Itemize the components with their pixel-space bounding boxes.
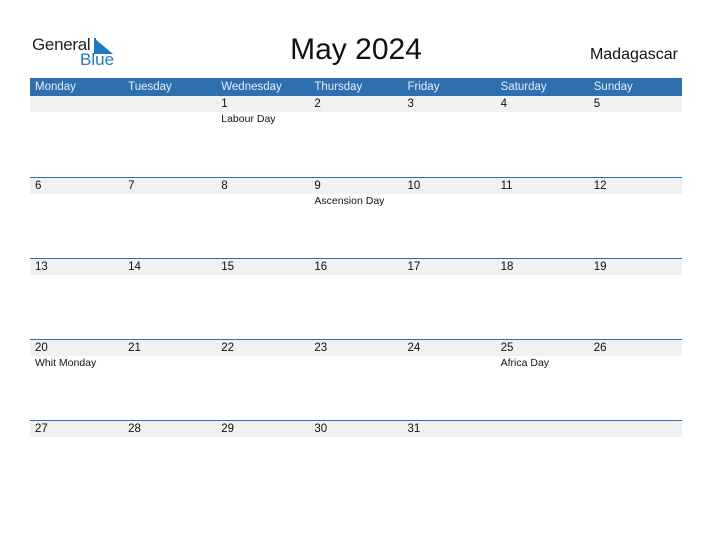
day-number: 31	[402, 421, 496, 437]
weekday-wednesday: Wednesday	[221, 81, 282, 93]
day-cell: 3	[402, 96, 496, 177]
day-number: 8	[216, 178, 310, 194]
weeks-container: 1 Labour Day 2 3 4 5 6 7 8 9 Ascension Day 10 11 12 13…	[30, 96, 682, 501]
weekday-monday: Monday	[35, 81, 76, 93]
day-cell: 27	[30, 421, 124, 501]
day-cell	[123, 96, 217, 177]
day-cell: 14	[123, 259, 217, 339]
day-cell: 22	[216, 340, 310, 420]
week-row: 20 Whit Monday 21 22 23 24 25 Africa Day 26	[30, 339, 682, 420]
day-cell: 1 Labour Day	[216, 96, 310, 177]
day-number	[588, 421, 682, 437]
day-number: 3	[402, 96, 496, 112]
day-number: 16	[309, 259, 403, 275]
day-number: 25	[495, 340, 589, 356]
day-number: 26	[588, 340, 682, 356]
holiday-label: Africa Day	[500, 357, 550, 369]
day-cell: 17	[402, 259, 496, 339]
week-row: 1 Labour Day 2 3 4 5	[30, 96, 682, 177]
day-cell: 2	[309, 96, 403, 177]
week-days: 27 28 29 30 31	[30, 421, 682, 501]
day-number: 12	[588, 178, 682, 194]
day-cell: 12	[588, 178, 682, 258]
week-days: 20 Whit Monday 21 22 23 24 25 Africa Day 26	[30, 340, 682, 420]
day-cell: 31	[402, 421, 496, 501]
day-cell: 10	[402, 178, 496, 258]
day-cell: 30	[309, 421, 403, 501]
day-cell	[30, 96, 124, 177]
weekday-header: Monday Tuesday Wednesday Thursday Friday…	[30, 78, 682, 96]
day-number: 22	[216, 340, 310, 356]
day-cell: 7	[123, 178, 217, 258]
day-cell: 23	[309, 340, 403, 420]
day-number: 2	[309, 96, 403, 112]
weekday-tuesday: Tuesday	[128, 81, 172, 93]
day-number: 10	[402, 178, 496, 194]
day-cell: 26	[588, 340, 682, 420]
weekday-friday: Friday	[407, 81, 440, 93]
day-number: 5	[588, 96, 682, 112]
weekday-thursday: Thursday	[314, 81, 363, 93]
week-row: 6 7 8 9 Ascension Day 10 11 12	[30, 177, 682, 258]
day-number: 18	[495, 259, 589, 275]
day-number	[30, 96, 124, 112]
country-label: Madagascar	[589, 46, 678, 63]
week-row: 13 14 15 16 17 18 19	[30, 258, 682, 339]
day-number: 1	[216, 96, 310, 112]
day-cell: 18	[495, 259, 589, 339]
day-number: 21	[123, 340, 217, 356]
day-number: 29	[216, 421, 310, 437]
day-cell: 11	[495, 178, 589, 258]
week-days: 1 Labour Day 2 3 4 5	[30, 96, 682, 177]
day-number: 6	[30, 178, 124, 194]
day-cell: 6	[30, 178, 124, 258]
day-cell: 19	[588, 259, 682, 339]
day-cell	[588, 421, 682, 501]
day-cell	[495, 421, 589, 501]
day-cell: 13	[30, 259, 124, 339]
day-cell: 20 Whit Monday	[30, 340, 124, 420]
day-number: 7	[123, 178, 217, 194]
holiday-label: Ascension Day	[314, 195, 385, 207]
day-number: 9	[309, 178, 403, 194]
weekday-sunday: Sunday	[593, 81, 633, 93]
day-number: 11	[495, 178, 589, 194]
day-cell: 4	[495, 96, 589, 177]
holiday-label: Labour Day	[221, 113, 276, 125]
holiday-label: Whit Monday	[35, 357, 97, 369]
day-number: 13	[30, 259, 124, 275]
day-number: 23	[309, 340, 403, 356]
day-number: 4	[495, 96, 589, 112]
day-cell: 24	[402, 340, 496, 420]
week-days: 13 14 15 16 17 18 19	[30, 259, 682, 339]
day-cell: 21	[123, 340, 217, 420]
day-number: 30	[309, 421, 403, 437]
calendar-grid: Monday Tuesday Wednesday Thursday Friday…	[30, 78, 682, 501]
day-number: 19	[588, 259, 682, 275]
day-number	[123, 96, 217, 112]
day-number	[495, 421, 589, 437]
day-number: 20	[30, 340, 124, 356]
day-number: 15	[216, 259, 310, 275]
day-cell: 9 Ascension Day	[309, 178, 403, 258]
day-cell: 29	[216, 421, 310, 501]
day-cell: 28	[123, 421, 217, 501]
day-number: 14	[123, 259, 217, 275]
day-cell: 15	[216, 259, 310, 339]
day-cell: 16	[309, 259, 403, 339]
weekday-saturday: Saturday	[500, 81, 547, 93]
day-number: 28	[123, 421, 217, 437]
week-row: 27 28 29 30 31	[30, 420, 682, 501]
day-number: 24	[402, 340, 496, 356]
day-cell: 25 Africa Day	[495, 340, 589, 420]
day-number: 17	[402, 259, 496, 275]
day-cell: 8	[216, 178, 310, 258]
day-number: 27	[30, 421, 124, 437]
week-days: 6 7 8 9 Ascension Day 10 11 12	[30, 178, 682, 258]
day-cell: 5	[588, 96, 682, 177]
